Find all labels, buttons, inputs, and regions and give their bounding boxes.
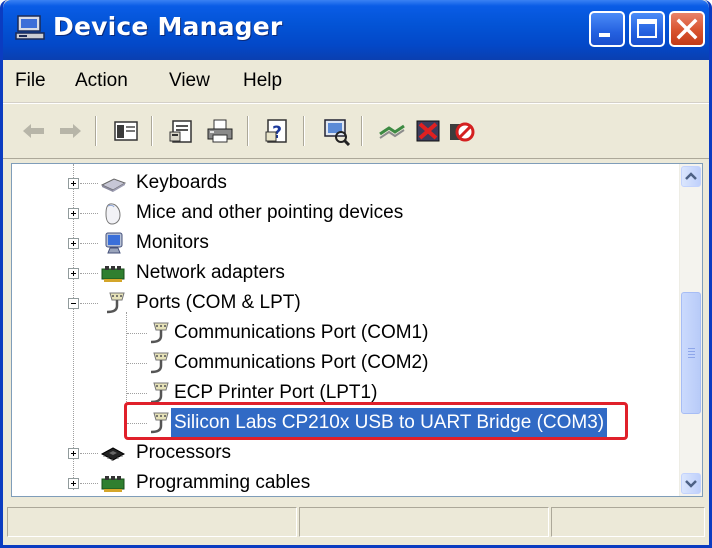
status-pane bbox=[7, 507, 297, 537]
tree-connector bbox=[127, 393, 147, 395]
minimize-button[interactable] bbox=[589, 11, 625, 47]
tree-item-label: Programming cables bbox=[136, 472, 311, 493]
processor-icon bbox=[100, 441, 126, 465]
grip-line bbox=[688, 354, 695, 355]
uninstall-icon[interactable] bbox=[413, 116, 443, 146]
tree-connector bbox=[127, 363, 147, 365]
tree-item-label: Ports (COM & LPT) bbox=[136, 292, 301, 313]
scan-hardware-icon[interactable] bbox=[321, 116, 351, 146]
properties-icon[interactable] bbox=[167, 116, 197, 146]
tree-item-network-adapters[interactable]: Network adapters bbox=[12, 258, 672, 288]
keyboard-icon bbox=[100, 171, 127, 195]
tree-connector bbox=[80, 453, 98, 455]
grip-line bbox=[688, 357, 695, 358]
expand-icon[interactable] bbox=[68, 448, 79, 459]
port-icon bbox=[146, 351, 172, 375]
tree-item-label: Communications Port (COM2) bbox=[174, 352, 429, 373]
port-icon bbox=[102, 291, 128, 315]
maximize-button[interactable] bbox=[629, 11, 665, 47]
forward-arrow-icon[interactable] bbox=[55, 116, 85, 146]
tree-connector bbox=[80, 303, 98, 305]
tree-item-ports[interactable]: Ports (COM & LPT) bbox=[12, 288, 672, 318]
tree-item-label: Processors bbox=[136, 442, 232, 463]
tree-item-label: Communications Port (COM1) bbox=[174, 322, 429, 343]
back-arrow-icon[interactable] bbox=[19, 116, 49, 146]
tree-item-label: Mice and other pointing devices bbox=[136, 202, 404, 223]
menu-action[interactable]: Action bbox=[75, 70, 128, 92]
scroll-thumb[interactable] bbox=[681, 292, 701, 414]
status-pane bbox=[551, 507, 705, 537]
tree-connector bbox=[80, 243, 98, 245]
menu-file[interactable]: File bbox=[15, 70, 46, 92]
network-adapter-icon bbox=[100, 471, 126, 495]
toolbar-separator bbox=[247, 116, 249, 146]
disable-icon[interactable] bbox=[447, 116, 477, 146]
expand-icon[interactable] bbox=[68, 268, 79, 279]
tree-item-keyboards[interactable]: Keyboards bbox=[12, 168, 672, 198]
tree-item-monitors[interactable]: Monitors bbox=[12, 228, 672, 258]
tree-item-mice[interactable]: Mice and other pointing devices bbox=[12, 198, 672, 228]
expand-icon[interactable] bbox=[68, 178, 79, 189]
toolbar-separator bbox=[151, 116, 153, 146]
grip-line bbox=[688, 348, 695, 349]
device-manager-icon bbox=[15, 14, 45, 42]
expand-icon[interactable] bbox=[68, 478, 79, 489]
tree-connector bbox=[80, 273, 98, 275]
toolbar-separator bbox=[95, 116, 97, 146]
show-hide-console-tree-icon[interactable] bbox=[111, 116, 141, 146]
port-icon bbox=[146, 321, 172, 345]
toolbar: ? bbox=[3, 103, 709, 159]
tree-item-label: Monitors bbox=[136, 232, 209, 253]
help-icon[interactable]: ? bbox=[263, 116, 293, 146]
expand-icon[interactable] bbox=[68, 238, 79, 249]
device-tree: Keyboards Mice and other pointing device… bbox=[11, 163, 703, 497]
close-button[interactable] bbox=[669, 11, 705, 47]
vertical-scrollbar[interactable] bbox=[679, 164, 702, 496]
menu-bar: File Action View Help bbox=[3, 60, 709, 103]
tree-item-com2[interactable]: Communications Port (COM2) bbox=[12, 348, 672, 378]
tree-item-label: Network adapters bbox=[136, 262, 285, 283]
device-manager-window: Device Manager File Action View Help ? K… bbox=[0, 0, 712, 548]
tree-connector bbox=[80, 213, 98, 215]
scroll-up-button[interactable] bbox=[681, 166, 701, 187]
tree-item-label: Keyboards bbox=[136, 172, 227, 193]
grip-line bbox=[688, 351, 695, 352]
print-icon[interactable] bbox=[205, 116, 235, 146]
tree-connector bbox=[127, 333, 147, 335]
tree-item-processors[interactable]: Processors bbox=[12, 438, 672, 468]
status-pane bbox=[299, 507, 549, 537]
menu-help[interactable]: Help bbox=[243, 70, 282, 92]
highlight-annotation bbox=[124, 402, 628, 440]
window-title: Device Manager bbox=[53, 12, 283, 41]
status-bar bbox=[3, 503, 709, 545]
monitor-icon bbox=[102, 231, 128, 255]
tree-item-programming-cables[interactable]: Programming cables bbox=[12, 468, 672, 496]
tree-item-com1[interactable]: Communications Port (COM1) bbox=[12, 318, 672, 348]
update-driver-icon[interactable] bbox=[377, 116, 407, 146]
network-adapter-icon bbox=[100, 261, 126, 285]
toolbar-separator bbox=[361, 116, 363, 146]
tree-connector bbox=[80, 183, 98, 185]
menu-view[interactable]: View bbox=[169, 70, 210, 92]
scroll-down-button[interactable] bbox=[681, 473, 701, 494]
toolbar-separator bbox=[303, 116, 305, 146]
title-bar[interactable]: Device Manager bbox=[3, 0, 709, 60]
tree-connector bbox=[80, 483, 98, 485]
collapse-icon[interactable] bbox=[68, 298, 79, 309]
mouse-icon bbox=[102, 201, 128, 225]
expand-icon[interactable] bbox=[68, 208, 79, 219]
